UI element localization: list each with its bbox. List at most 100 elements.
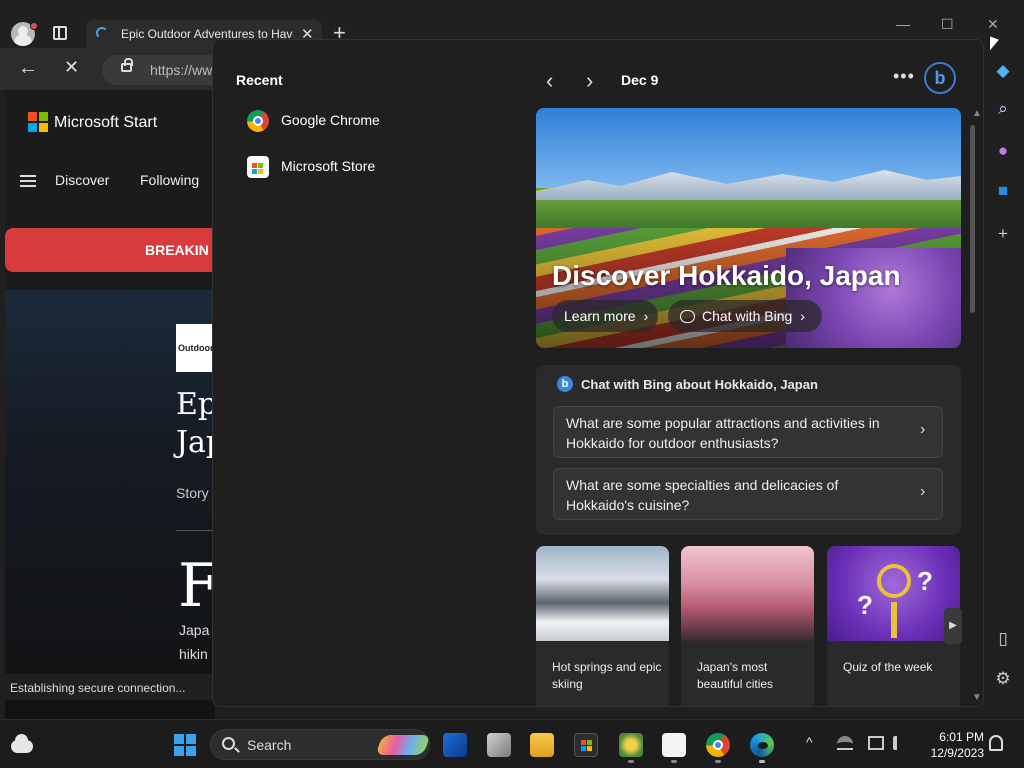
bing-question-2[interactable]: What are some specialties and delicacies…: [553, 468, 943, 520]
recent-item-microsoft-store[interactable]: Microsoft Store: [247, 153, 477, 183]
store-icon: [247, 156, 269, 178]
stop-loading-button[interactable]: ✕: [64, 57, 79, 78]
microsoft-start-brand[interactable]: Microsoft Start: [54, 114, 157, 132]
carousel-next-button[interactable]: ▶: [944, 608, 962, 644]
magnifier-icon: [877, 564, 911, 598]
thumb-card-cities[interactable]: Japan's most beautiful cities: [681, 546, 814, 706]
bing-question-1[interactable]: What are some popular attractions and ac…: [553, 406, 943, 458]
task-view-icon[interactable]: [487, 733, 511, 757]
chat-with-bing-label: Chat with Bing: [702, 308, 793, 324]
status-text: Establishing secure connection...: [10, 681, 186, 695]
show-hidden-icons-chevron-icon[interactable]: ^: [806, 734, 813, 750]
bee-app-icon[interactable]: [619, 733, 643, 757]
scrollbar-thumb[interactable]: [970, 125, 975, 313]
notification-bell-icon[interactable]: [989, 735, 1003, 751]
file-explorer-icon[interactable]: [530, 733, 554, 757]
add-sidebar-app-icon[interactable]: +: [992, 223, 1014, 245]
scroll-up-arrow[interactable]: ▲: [972, 108, 982, 119]
web-page-content: Microsoft Start Discover Following BREAK…: [5, 90, 215, 719]
network-icon[interactable]: [868, 736, 884, 750]
bing-icon[interactable]: b: [924, 62, 956, 94]
chevron-right-icon: ›: [920, 421, 926, 438]
thumb-card-hot-springs[interactable]: Hot springs and epic skiing: [536, 546, 669, 706]
story-label: Story: [176, 485, 209, 501]
article-body: Japa hikin: [179, 618, 209, 666]
hero-title: Discover Hokkaido, Japan: [552, 260, 901, 291]
browser-status-bar: Establishing secure connection...: [0, 674, 215, 700]
back-button[interactable]: ←: [18, 57, 38, 80]
mouse-cursor-icon: [990, 36, 999, 54]
recent-item-label: Microsoft Store: [281, 158, 376, 174]
hero-field: [536, 200, 961, 228]
nav-discover[interactable]: Discover: [55, 172, 109, 188]
bing-icon: b: [557, 376, 573, 392]
desktop-screen: Epic Outdoor Adventures to Have in Japan…: [0, 0, 1024, 768]
article-divider: [176, 530, 215, 531]
sidebar-panel-icon[interactable]: ▯: [992, 628, 1014, 650]
next-day-button[interactable]: ›: [586, 68, 593, 94]
chat-bubble-icon: [680, 309, 695, 323]
lock-icon[interactable]: [121, 58, 133, 72]
running-indicator: [759, 760, 765, 763]
snipping-tool-icon[interactable]: [662, 733, 686, 757]
running-indicator: [715, 760, 721, 763]
recent-item-google-chrome[interactable]: Google Chrome: [247, 107, 477, 137]
outlook-icon[interactable]: ■: [992, 180, 1014, 202]
tab-actions-icon[interactable]: [53, 26, 67, 40]
edge-icon[interactable]: [750, 733, 774, 757]
thumb-image-ski-slope: [536, 546, 669, 641]
clock-time[interactable]: 6:01 PM: [924, 730, 984, 744]
microsoft-store-icon[interactable]: [574, 733, 598, 757]
question-mark-icon: ?: [857, 590, 873, 620]
taskbar: Search ^ 6:01 PM 12/9/2023: [0, 719, 1024, 768]
scroll-down-arrow[interactable]: ▼: [972, 692, 982, 703]
search-icon[interactable]: ⌕: [992, 98, 1014, 120]
thumb-label: Hot springs and epic skiing: [552, 660, 662, 691]
start-button[interactable]: [174, 734, 196, 756]
chevron-right-icon: ›: [643, 308, 649, 324]
previous-day-button[interactable]: ‹: [546, 68, 553, 94]
article-body-line-2: hikin: [179, 646, 208, 662]
chevron-right-icon: ›: [800, 308, 805, 324]
onedrive-icon[interactable]: [837, 736, 853, 750]
learn-more-button[interactable]: Learn more ›: [552, 300, 658, 332]
nav-following[interactable]: Following: [140, 172, 199, 188]
copilot-icon[interactable]: ◆: [992, 60, 1014, 82]
close-window-button[interactable]: ✕: [987, 16, 999, 33]
thumb-label: Japan's most beautiful cities: [697, 660, 774, 691]
outlet-logo-text: Outdoor: [178, 343, 214, 353]
widgets-date: Dec 9: [621, 72, 659, 88]
volume-muted-icon[interactable]: [893, 736, 909, 750]
bing-card-title: Chat with Bing about Hokkaido, Japan: [581, 377, 818, 392]
more-options-icon[interactable]: •••: [893, 66, 915, 87]
search-placeholder: Search: [247, 737, 292, 753]
question-text: What are some specialties and delicacies…: [566, 477, 839, 513]
maximize-button[interactable]: ☐: [941, 16, 954, 33]
chrome-icon: [247, 110, 269, 132]
article-title-line-1: Epi: [176, 387, 215, 422]
chrome-icon[interactable]: [706, 733, 730, 757]
url-text: https://ww: [150, 62, 213, 78]
app-preview-icon[interactable]: [443, 733, 467, 757]
recent-title: Recent: [236, 72, 283, 88]
hamburger-menu-icon[interactable]: [20, 175, 36, 187]
search-icon: [222, 737, 235, 750]
breaking-news-banner[interactable]: BREAKIN: [5, 228, 215, 272]
breaking-label: BREAKIN: [145, 242, 209, 258]
hero-card[interactable]: Discover Hokkaido, Japan Learn more › Ch…: [536, 108, 961, 348]
taskbar-search[interactable]: Search: [210, 729, 431, 760]
weather-widget-icon[interactable]: [11, 734, 33, 754]
minimize-button[interactable]: —: [896, 16, 910, 32]
chat-with-bing-button[interactable]: Chat with Bing ›: [668, 300, 822, 332]
thumb-card-quiz[interactable]: ? ? Quiz of the week: [827, 546, 960, 706]
outlet-logo[interactable]: Outdoor: [176, 324, 215, 372]
thumb-image-cherry-blossoms: [681, 546, 814, 641]
clock-date[interactable]: 12/9/2023: [916, 746, 984, 760]
designer-icon[interactable]: ●: [992, 140, 1014, 162]
running-indicator: [628, 760, 634, 763]
profile-badge: [30, 22, 38, 30]
chevron-right-icon: ›: [920, 483, 926, 500]
settings-gear-icon[interactable]: ⚙: [992, 668, 1014, 690]
learn-more-label: Learn more: [564, 308, 636, 324]
magnifier-handle: [891, 602, 897, 638]
